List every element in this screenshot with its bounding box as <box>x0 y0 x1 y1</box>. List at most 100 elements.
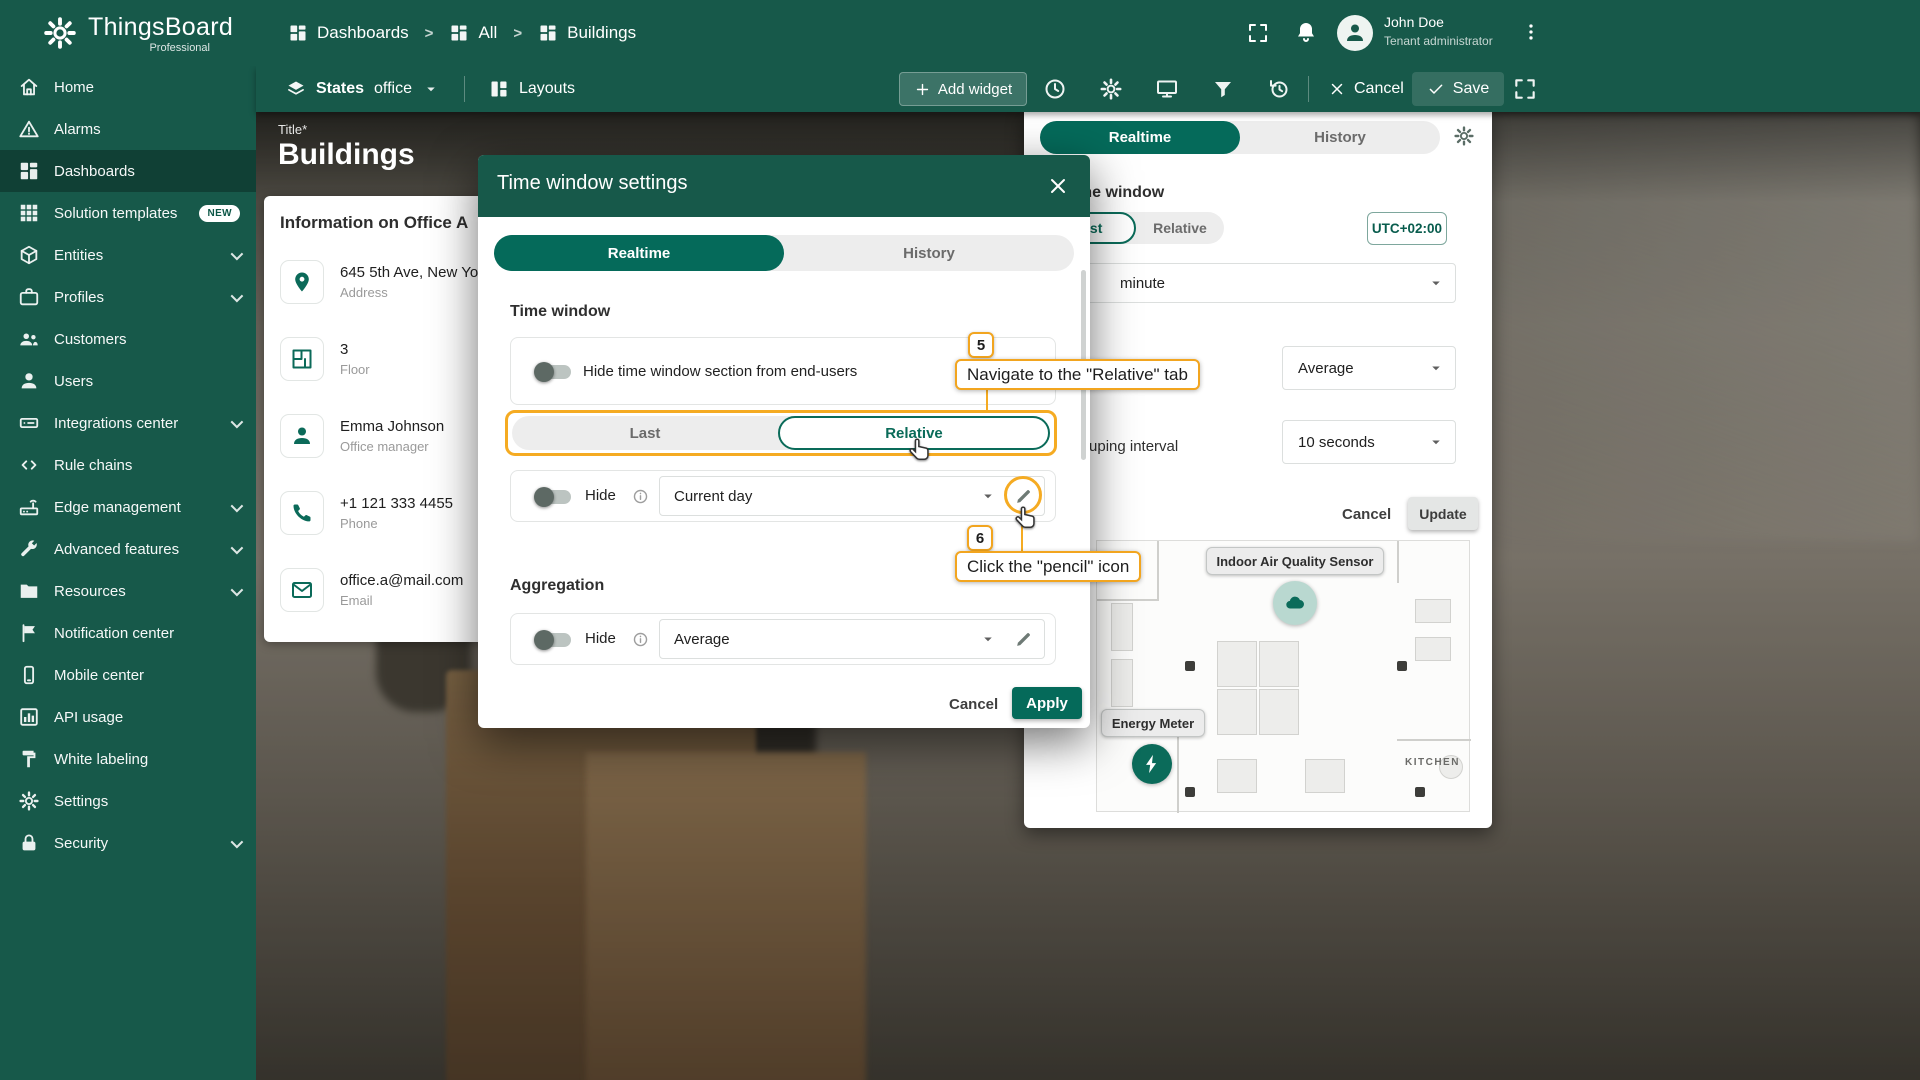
sidebar-item-white-labeling[interactable]: White labeling <box>0 738 256 780</box>
avatar[interactable] <box>1337 15 1373 51</box>
states-value[interactable]: office <box>374 80 412 98</box>
annotation-step-number: 5 <box>968 332 994 358</box>
person-icon <box>280 414 324 458</box>
energy-meter-label[interactable]: Energy Meter <box>1101 709 1205 737</box>
energy-meter-marker[interactable] <box>1132 744 1172 784</box>
sidebar-item-alarms[interactable]: Alarms <box>0 108 256 150</box>
sidebar-item-resources[interactable]: Resources <box>0 570 256 612</box>
timezone-chip[interactable]: UTC+02:00 <box>1367 212 1447 245</box>
breadcrumb-item-buildings[interactable]: Buildings <box>538 23 636 43</box>
info-value: Emma Johnson <box>340 418 444 435</box>
save-button[interactable]: Save <box>1412 72 1504 106</box>
dialog-apply-button[interactable]: Apply <box>1012 687 1082 719</box>
chevron-down-icon <box>979 630 997 648</box>
panel-update-button[interactable]: Update <box>1408 497 1478 530</box>
sidebar-item-label: Rule chains <box>54 457 132 474</box>
sidebar-item-security[interactable]: Security <box>0 822 256 864</box>
chevron-down-icon <box>231 415 244 428</box>
sidebar-item-edge-management[interactable]: Edge management <box>0 486 256 528</box>
warning-icon <box>18 118 40 140</box>
chevron-down-icon <box>1427 359 1445 377</box>
sidebar-item-label: Dashboards <box>54 163 135 180</box>
flag-icon <box>18 622 40 644</box>
grid4-icon <box>18 160 40 182</box>
grouping-interval-value: 10 seconds <box>1298 434 1375 451</box>
hide-aggregation-toggle[interactable] <box>537 633 571 647</box>
expand-fullscreen-icon[interactable] <box>1512 76 1538 102</box>
edit-pencil-icon[interactable] <box>1014 630 1033 649</box>
hide-time-toggle[interactable] <box>537 490 571 504</box>
new-badge: NEW <box>199 205 240 222</box>
notifications-bell-icon[interactable] <box>1294 20 1318 44</box>
cancel-edit-button[interactable]: Cancel <box>1318 72 1414 106</box>
close-icon[interactable] <box>1046 174 1070 198</box>
sidebar-item-label: Notification center <box>54 625 174 642</box>
sidebar-item-notification-center[interactable]: Notification center <box>0 612 256 654</box>
time-value-select[interactable]: Current day <box>659 476 1045 516</box>
chevron-down-icon[interactable] <box>422 80 440 98</box>
tab-relative[interactable]: Relative <box>1136 212 1224 244</box>
sidebar-item-users[interactable]: Users <box>0 360 256 402</box>
user-role: Tenant administrator <box>1384 34 1493 48</box>
panel-settings-gear-icon[interactable] <box>1453 125 1475 147</box>
sidebar-item-solution-templates[interactable]: Solution templatesNEW <box>0 192 256 234</box>
aggregation-select[interactable]: Average <box>659 619 1045 659</box>
sidebar-item-settings[interactable]: Settings <box>0 780 256 822</box>
sidebar-item-mobile-center[interactable]: Mobile center <box>0 654 256 696</box>
version-history-icon[interactable] <box>1267 77 1291 101</box>
sidebar-item-label: Customers <box>54 331 127 348</box>
sidebar-item-rule-chains[interactable]: Rule chains <box>0 444 256 486</box>
dialog-cancel-button[interactable]: Cancel <box>943 695 1004 714</box>
filter-icon[interactable] <box>1211 77 1235 101</box>
breadcrumb-label: All <box>478 23 497 43</box>
sidebar-item-label: Profiles <box>54 289 104 306</box>
interval-select[interactable]: minute <box>1048 263 1456 303</box>
add-widget-button[interactable]: Add widget <box>899 72 1027 106</box>
sidebar-item-home[interactable]: Home <box>0 66 256 108</box>
breadcrumb-item-all[interactable]: All <box>449 23 497 43</box>
tab-history[interactable]: History <box>1240 121 1440 154</box>
logo-subtitle: Professional <box>88 42 210 54</box>
sidebar-item-integrations-center[interactable]: Integrations center <box>0 402 256 444</box>
mail-icon <box>280 568 324 612</box>
air-quality-sensor-marker[interactable] <box>1273 581 1317 625</box>
sidebar-item-label: Settings <box>54 793 108 810</box>
breadcrumb-item-dashboards[interactable]: Dashboards <box>288 23 409 43</box>
info-icon[interactable] <box>632 631 649 648</box>
layouts-button[interactable]: Layouts <box>519 80 575 98</box>
sidebar-item-advanced-features[interactable]: Advanced features <box>0 528 256 570</box>
home-icon <box>18 76 40 98</box>
manage-widgets-icon[interactable] <box>1155 77 1179 101</box>
sidebar-item-dashboards[interactable]: Dashboards <box>0 150 256 192</box>
tab-history[interactable]: History <box>784 235 1074 271</box>
sidebar-item-label: Mobile center <box>54 667 144 684</box>
sidebar-item-label: Advanced features <box>54 541 179 558</box>
h极ide-label: Hide <box>585 487 616 504</box>
info-icon[interactable] <box>632 488 649 505</box>
sidebar-item-api-usage[interactable]: API usage <box>0 696 256 738</box>
logo-title: ThingsBoard <box>88 13 233 42</box>
sidebar-item-entities[interactable]: Entities <box>0 234 256 276</box>
info-value: +1 121 333 4455 <box>340 495 453 512</box>
chevron-down-icon <box>1427 274 1445 292</box>
air-quality-sensor-label[interactable]: Indoor Air Quality Sensor <box>1206 547 1384 575</box>
sidebar-item-customers[interactable]: Customers <box>0 318 256 360</box>
tab-realtime[interactable]: Realtime <box>494 235 784 271</box>
settings-gear-icon[interactable] <box>1099 77 1123 101</box>
tab-realtime[interactable]: Realtime <box>1040 121 1240 154</box>
hide-section-toggle[interactable] <box>537 365 571 379</box>
breadcrumb-label: Buildings <box>567 23 636 43</box>
input-icon <box>18 412 40 434</box>
aggregation-row: Hide Average <box>510 613 1056 665</box>
sidebar: Home Alarms Dashboards Solution templatesNE… <box>0 66 256 1080</box>
sidebar-item-label: White labeling <box>54 751 148 768</box>
kebab-menu-icon[interactable] <box>1520 21 1542 43</box>
sidebar-item-profiles[interactable]: Profiles <box>0 276 256 318</box>
panel-cancel-button[interactable]: Cancel <box>1336 505 1397 524</box>
grouping-interval-select[interactable]: 10 seconds <box>1282 420 1456 464</box>
fullscreen-icon[interactable] <box>1246 21 1270 45</box>
schedule-clock-icon[interactable] <box>1043 77 1067 101</box>
layouts-icon <box>489 79 509 99</box>
aggregation-select[interactable]: Average <box>1282 346 1456 390</box>
sidebar-item-label: Alarms <box>54 121 101 138</box>
